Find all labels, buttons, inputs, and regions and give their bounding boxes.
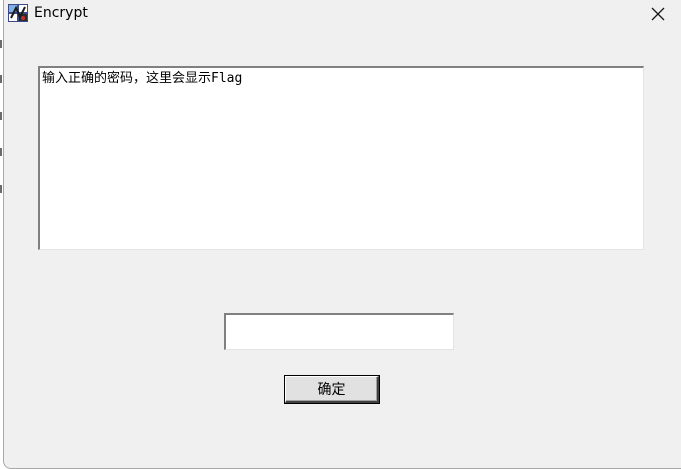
close-icon: [651, 7, 665, 21]
flag-output-box[interactable]: 输入正确的密码，这里会显示Flag: [38, 66, 644, 250]
encrypt-window: Encrypt 输入正确的密码，这里会显示Flag 确定: [3, 0, 681, 469]
close-button[interactable]: [635, 0, 681, 28]
title-bar[interactable]: Encrypt: [4, 0, 681, 28]
window-title: Encrypt: [34, 5, 88, 21]
ok-button[interactable]: 确定: [285, 376, 379, 403]
password-input[interactable]: [224, 313, 454, 350]
flag-output-text: 输入正确的密码，这里会显示Flag: [42, 71, 243, 86]
ok-button-label: 确定: [317, 382, 346, 398]
app-icon: [7, 3, 29, 23]
